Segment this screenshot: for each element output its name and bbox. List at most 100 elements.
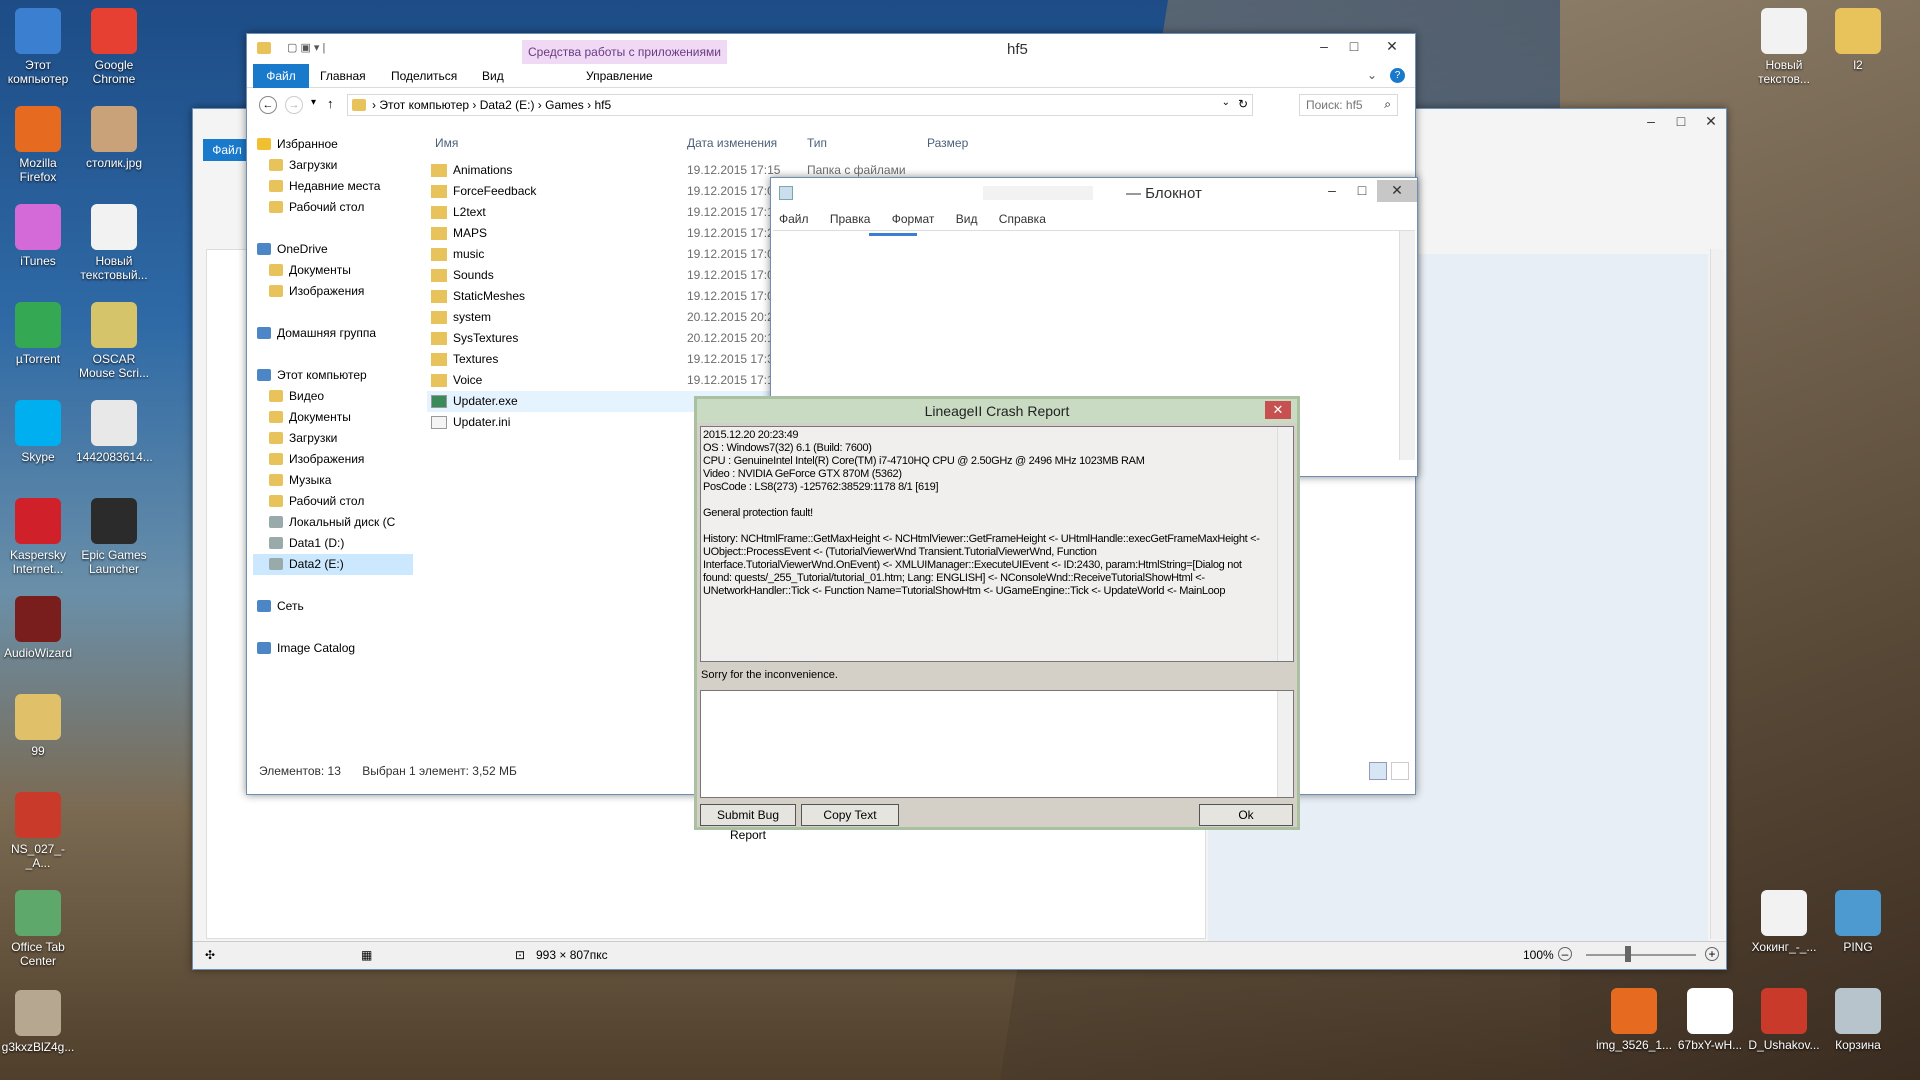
tab-file[interactable]: Файл	[253, 64, 309, 88]
nav-item[interactable]: Изображения	[253, 449, 413, 470]
desktop-icon[interactable]: Mozilla Firefox	[0, 106, 76, 184]
nav-item[interactable]: Видео	[253, 386, 413, 407]
explorer-titlebar[interactable]: ▢ ▣ ▾ | Средства работы с приложениями h…	[247, 34, 1415, 64]
desktop-icon[interactable]: Office Tab Center	[0, 890, 76, 968]
maximize-button[interactable]: □	[1666, 111, 1696, 133]
nav-item[interactable]: Рабочий стол	[253, 197, 413, 218]
up-button[interactable]: ↑	[327, 96, 334, 111]
desktop-icon[interactable]: Корзина	[1820, 988, 1896, 1052]
menu-file[interactable]: Файл	[779, 212, 809, 226]
desktop-icon[interactable]: Google Chrome	[76, 8, 152, 86]
nav-item[interactable]: Домашняя группа	[253, 323, 413, 344]
submit-bug-report-button[interactable]: Submit Bug Report	[700, 804, 796, 842]
crash-report-text[interactable]: 2015.12.20 20:23:49 OS : Windows7(32) 6.1…	[700, 426, 1294, 662]
search-input[interactable]	[1300, 95, 1376, 115]
large-icons-view-icon[interactable]	[1391, 762, 1409, 780]
nav-item[interactable]: Data2 (E:)	[253, 554, 413, 575]
nav-item[interactable]: Загрузки	[253, 155, 413, 176]
close-button[interactable]: ✕	[1265, 401, 1291, 419]
ribbon-expand-icon[interactable]: ⌄	[1367, 68, 1377, 82]
zoom-slider-thumb[interactable]	[1625, 946, 1631, 962]
recent-locations-icon[interactable]: ▾	[311, 97, 316, 108]
close-button[interactable]: ✕	[1696, 111, 1726, 133]
nav-item[interactable]: Документы	[253, 407, 413, 428]
tab-manage[interactable]: Управление	[586, 69, 653, 83]
desktop-icon[interactable]: img_3526_1...	[1596, 988, 1672, 1052]
desktop-icon[interactable]: OSCAR Mouse Scri...	[76, 302, 152, 380]
nav-item[interactable]: Локальный диск (C	[253, 512, 413, 533]
address-dropdown-icon[interactable]: ⌄	[1222, 97, 1230, 108]
column-name[interactable]: Имя	[427, 130, 687, 156]
desktop-icon[interactable]: iTunes	[0, 204, 76, 268]
minimize-button[interactable]: –	[1636, 111, 1666, 133]
tab-share[interactable]: Поделиться	[391, 69, 457, 83]
notepad-scrollbar[interactable]	[1399, 231, 1415, 460]
nav-item[interactable]: Сеть	[253, 596, 413, 617]
address-bar[interactable]: › Этот компьютер › Data2 (E:) › Games › …	[347, 94, 1253, 116]
zoom-slider[interactable]	[1586, 954, 1696, 956]
desktop-icon[interactable]: NS_027_-_A...	[0, 792, 76, 870]
nav-item[interactable]: Избранное	[253, 134, 413, 155]
nav-item[interactable]: Недавние места	[253, 176, 413, 197]
nav-item[interactable]: Этот компьютер	[253, 365, 413, 386]
nav-item[interactable]: Документы	[253, 260, 413, 281]
desktop-icon[interactable]: l2	[1820, 8, 1896, 72]
search-box[interactable]: ⌕	[1299, 94, 1398, 116]
forward-button[interactable]: →	[285, 96, 303, 114]
close-button[interactable]: ✕	[1377, 180, 1417, 202]
help-icon[interactable]: ?	[1390, 68, 1405, 83]
report-scrollbar[interactable]	[1277, 427, 1293, 661]
desktop-icon[interactable]: 1442083614...	[76, 400, 153, 464]
ok-button[interactable]: Ok	[1199, 804, 1293, 826]
maximize-button[interactable]: □	[1339, 36, 1369, 58]
desktop-icon[interactable]: Epic Games Launcher	[76, 498, 152, 576]
tab-view[interactable]: Вид	[482, 69, 504, 83]
close-button[interactable]: ✕	[1369, 36, 1415, 58]
desktop-icon[interactable]: g3kxzBlZ4g...	[0, 990, 76, 1054]
column-type[interactable]: Тип	[807, 130, 927, 156]
column-size[interactable]: Размер	[927, 130, 1047, 156]
menu-view[interactable]: Вид	[956, 212, 978, 226]
maximize-button[interactable]: □	[1347, 180, 1377, 202]
zoom-out-button[interactable]: –	[1558, 947, 1572, 961]
desktop-icon[interactable]: 67bxY-wH...	[1672, 988, 1748, 1052]
comment-scrollbar[interactable]	[1277, 691, 1293, 797]
tab-file[interactable]: Файл	[203, 139, 251, 161]
details-view-icon[interactable]	[1369, 762, 1387, 780]
desktop-icon[interactable]: AudioWizard	[0, 596, 76, 660]
nav-item[interactable]: Image Catalog	[253, 638, 413, 659]
crumb-computer[interactable]: Этот компьютер	[379, 98, 469, 112]
zoom-in-button[interactable]: +	[1705, 947, 1719, 961]
viewer-scrollbar[interactable]	[1710, 249, 1724, 939]
nav-item[interactable]: OneDrive	[253, 239, 413, 260]
column-date[interactable]: Дата изменения	[687, 130, 807, 156]
back-button[interactable]: ←	[259, 96, 277, 114]
menu-format[interactable]: Формат	[892, 212, 935, 226]
quick-access-toolbar[interactable]: ▢ ▣ ▾ |	[287, 41, 325, 54]
user-comment-field[interactable]	[700, 690, 1294, 798]
desktop-icon[interactable]: Kaspersky Internet...	[0, 498, 76, 576]
tab-home[interactable]: Главная	[320, 69, 366, 83]
minimize-button[interactable]: –	[1309, 36, 1339, 58]
desktop-icon[interactable]: PING	[1820, 890, 1896, 954]
desktop-icon[interactable]: D_Ushakov...	[1746, 988, 1822, 1052]
desktop-icon[interactable]: Новый текстов...	[1746, 8, 1822, 86]
nav-item[interactable]: Изображения	[253, 281, 413, 302]
refresh-icon[interactable]: ↻	[1238, 97, 1248, 111]
desktop-icon[interactable]: Этот компьютер	[0, 8, 76, 86]
copy-text-button[interactable]: Copy Text	[801, 804, 899, 826]
desktop-icon[interactable]: Хокинг_-_...	[1746, 890, 1822, 954]
desktop-icon[interactable]: Новый текстовый...	[76, 204, 152, 282]
menu-edit[interactable]: Правка	[830, 212, 871, 226]
desktop-icon[interactable]: µTorrent	[0, 302, 76, 366]
crumb-hf5[interactable]: hf5	[594, 98, 611, 112]
desktop-icon[interactable]: столик.jpg	[76, 106, 152, 170]
nav-item[interactable]: Музыка	[253, 470, 413, 491]
nav-item[interactable]: Data1 (D:)	[253, 533, 413, 554]
nav-item[interactable]: Рабочий стол	[253, 491, 413, 512]
select-icon[interactable]: ▦	[361, 948, 372, 962]
nav-item[interactable]: Загрузки	[253, 428, 413, 449]
crash-titlebar[interactable]: LineageII Crash Report ✕	[697, 399, 1297, 423]
minimize-button[interactable]: –	[1317, 180, 1347, 202]
crumb-games[interactable]: Games	[545, 98, 584, 112]
